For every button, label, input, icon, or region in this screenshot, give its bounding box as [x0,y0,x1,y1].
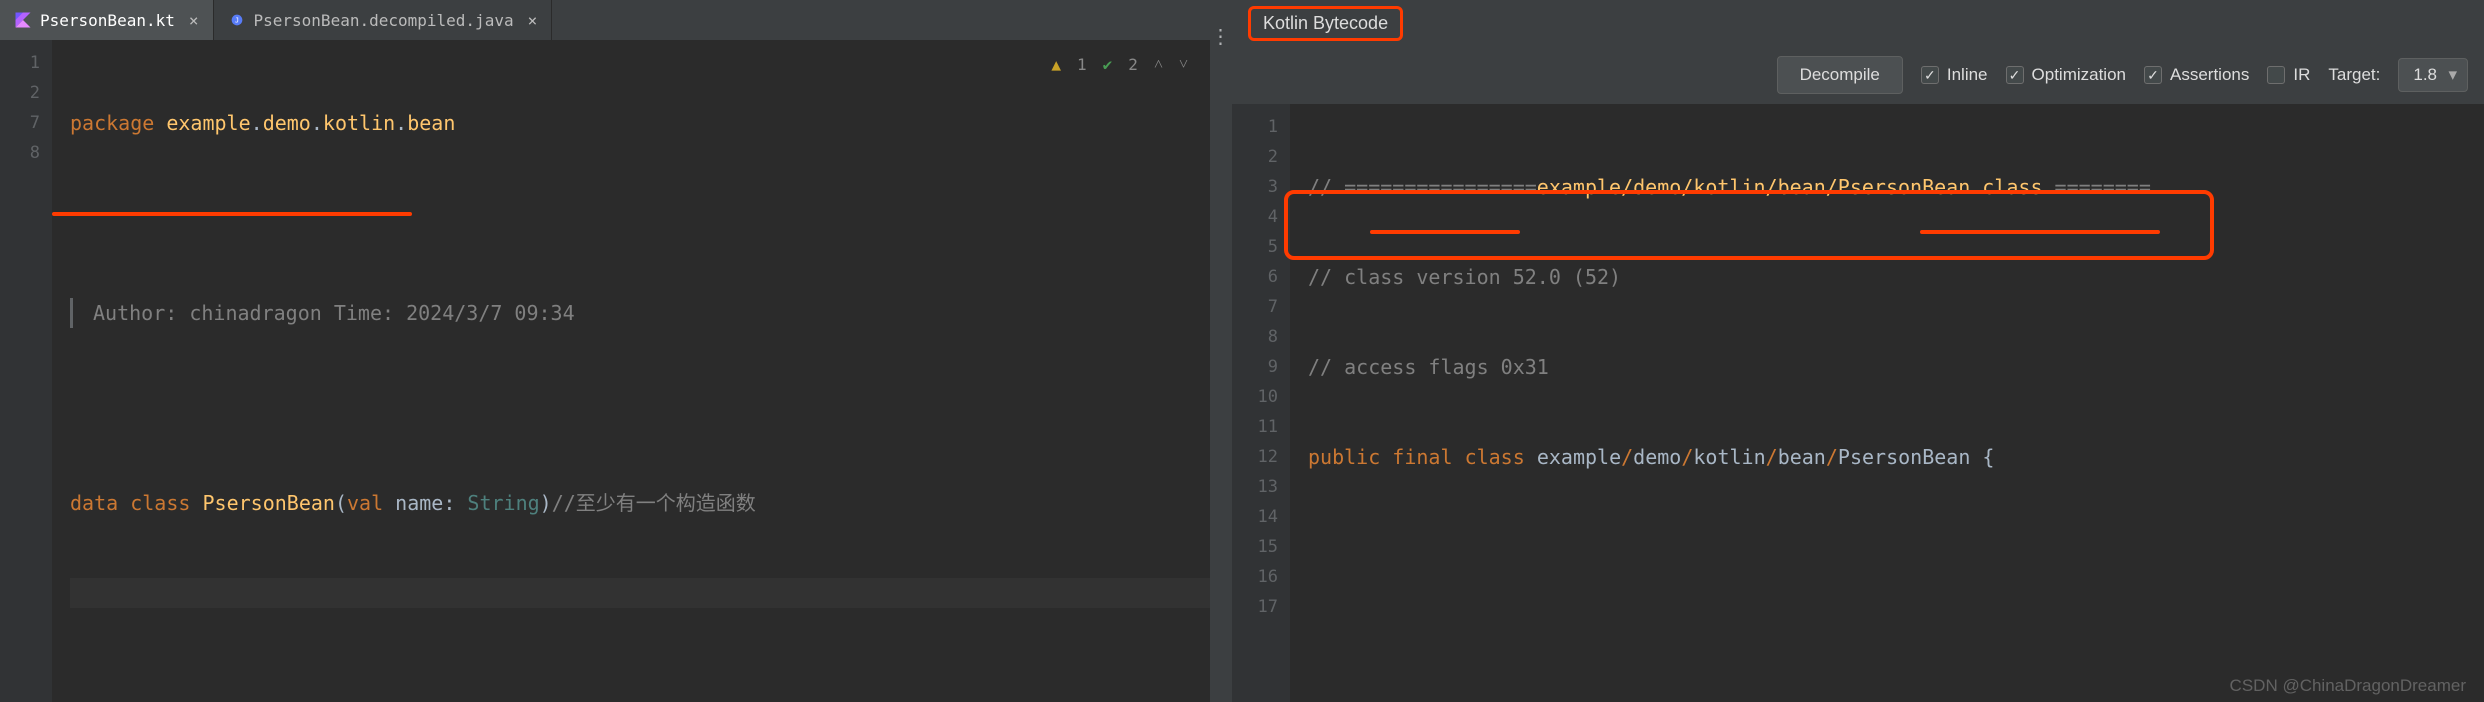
tab-decompiled-java[interactable]: J PsersonBean.decompiled.java × [214,0,553,40]
decompile-button[interactable]: Decompile [1777,56,1903,94]
ir-checkbox[interactable]: IR [2267,65,2310,85]
ellipsis-vertical-icon[interactable]: ⋮ [1211,24,1232,48]
warning-icon[interactable]: ▲ [1051,55,1061,74]
bytecode-toolbar: Decompile Inline Optimization Assertions… [1232,46,2484,104]
right-bytecode-pane: Kotlin Bytecode Decompile Inline Optimiz… [1232,0,2484,702]
java-file-icon: J [228,11,246,29]
assertions-checkbox[interactable]: Assertions [2144,65,2249,85]
svg-text:J: J [234,17,238,25]
red-underline-annotation [52,212,412,216]
right-code-area[interactable]: // ================example/demo/kotlin/b… [1290,104,2484,702]
editor-status-icons: ▲ 1 ✔ 2 ˄ ˅ [1051,54,1188,74]
watermark-text: CSDN @ChinaDragonDreamer [2230,676,2466,696]
checkbox-icon [2144,66,2162,84]
inline-checkbox[interactable]: Inline [1921,65,1988,85]
optimization-checkbox[interactable]: Optimization [2006,65,2126,85]
panel-title-highlight: Kotlin Bytecode [1248,6,1403,41]
left-tab-bar: PsersonBean.kt × J PsersonBean.decompile… [0,0,1210,40]
left-editor-body[interactable]: ▲ 1 ✔ 2 ˄ ˅ 1 2 7 8 package example.demo… [0,40,1210,702]
chevron-down-icon[interactable]: ˅ [1179,54,1188,74]
target-label: Target: [2328,65,2380,85]
red-box-annotation [1284,190,2214,260]
panel-title: Kotlin Bytecode [1263,13,1388,33]
split-divider[interactable]: ⋮ [1210,0,1232,702]
warning-count: 1 [1077,55,1087,74]
tab-label: PsersonBean.decompiled.java [254,11,514,30]
right-gutter: 1234567891011121314151617 [1232,104,1290,702]
red-underline-annotation [1920,230,2160,234]
ok-count: 2 [1128,55,1138,74]
checkbox-icon [2267,66,2285,84]
target-select[interactable]: 1.8 [2398,58,2468,92]
panel-title-bar: Kotlin Bytecode [1232,0,2484,46]
red-underline-annotation [1370,230,1520,234]
doc-comment: Author: chinadragon Time: 2024/3/7 09:34 [70,298,1210,328]
left-code-area[interactable]: package example.demo.kotlin.bean Author:… [52,40,1210,702]
kotlin-file-icon [14,11,32,29]
close-icon[interactable]: × [189,11,199,30]
tab-label: PsersonBean.kt [40,11,175,30]
left-editor-pane: PsersonBean.kt × J PsersonBean.decompile… [0,0,1210,702]
close-icon[interactable]: × [528,11,538,30]
ok-icon[interactable]: ✔ [1103,55,1113,74]
checkbox-icon [1921,66,1939,84]
left-gutter: 1 2 7 8 [0,40,52,702]
right-editor-body[interactable]: 1234567891011121314151617 // ===========… [1232,104,2484,702]
checkbox-icon [2006,66,2024,84]
chevron-up-icon[interactable]: ˄ [1154,54,1163,74]
tab-pserson-kt[interactable]: PsersonBean.kt × [0,0,214,40]
